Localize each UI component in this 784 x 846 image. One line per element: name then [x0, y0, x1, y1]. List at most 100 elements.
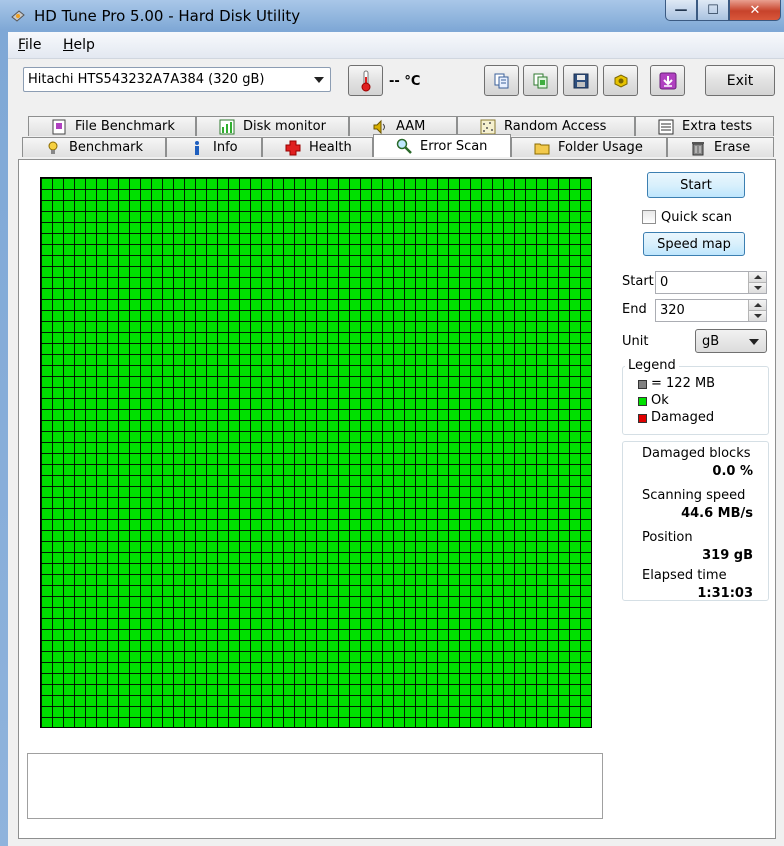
start-button[interactable]: Start [647, 172, 745, 198]
menu-file-rest: ile [25, 37, 42, 53]
drive-select[interactable]: Hitachi HTS543232A7A384 (320 gB) [23, 67, 331, 92]
start-spinbox[interactable]: 0 [655, 271, 767, 294]
tab-random-access[interactable]: Random Access [457, 116, 635, 136]
end-value: 320 [660, 303, 685, 318]
error-scan-panel: Start Quick scan Speed map Start 0 End 3… [18, 159, 776, 839]
close-button[interactable]: ✕ [729, 0, 781, 21]
log-box[interactable] [27, 753, 603, 819]
maximize-button[interactable]: ☐ [697, 0, 729, 21]
drive-select-value: Hitachi HTS543232A7A384 (320 gB) [28, 72, 265, 87]
scanning-speed-label: Scanning speed [642, 488, 746, 503]
tab-error-scan[interactable]: Error Scan [373, 134, 511, 157]
tab-label: AAM [396, 119, 426, 134]
damaged-blocks-label: Damaged blocks [642, 446, 751, 461]
download-icon [659, 72, 676, 89]
copy-info-icon [494, 73, 508, 88]
save-button[interactable] [563, 65, 598, 96]
unit-value: gB [702, 334, 720, 349]
trash-icon [692, 141, 704, 155]
spin-up-icon[interactable] [748, 300, 766, 311]
menu-bar: File Help [8, 32, 784, 59]
scanning-speed-value: 44.6 MB/s [681, 506, 753, 521]
health-cross-icon [285, 140, 301, 155]
tab-label: Benchmark [69, 140, 144, 155]
legend-damaged-label: Damaged [651, 410, 715, 425]
damaged-blocks-value: 0.0 % [712, 464, 753, 479]
tab-label: File Benchmark [75, 119, 175, 134]
extra-tests-icon [658, 119, 674, 134]
tab-erase[interactable]: Erase [667, 137, 774, 157]
quick-scan-label[interactable]: Quick scan [661, 210, 732, 225]
app-window: HD Tune Pro 5.00 - Hard Disk Utility — ☐… [0, 0, 784, 846]
tab-label: Random Access [504, 119, 607, 134]
spin-up-icon[interactable] [748, 272, 766, 283]
chevron-down-icon [314, 77, 324, 83]
info-icon [195, 140, 199, 155]
temperature-button[interactable] [348, 65, 383, 96]
legend-ok-swatch [638, 397, 647, 406]
legend-block-swatch [638, 380, 647, 389]
scan-block-map [40, 177, 592, 728]
end-spinbox[interactable]: 320 [655, 299, 767, 322]
tab-label: Disk monitor [243, 119, 326, 134]
options-button[interactable] [603, 65, 638, 96]
copy-info-button[interactable] [484, 65, 519, 96]
start-value: 0 [660, 275, 669, 290]
thermometer-icon [361, 70, 370, 91]
tab-label: Health [309, 140, 352, 155]
tab-label: Error Scan [420, 138, 488, 154]
tab-label: Extra tests [682, 119, 753, 134]
random-access-icon [480, 119, 496, 134]
tab-extra-tests[interactable]: Extra tests [635, 116, 774, 136]
start-field-label: Start [622, 274, 654, 289]
elapsed-time-label: Elapsed time [642, 568, 727, 583]
legend-block-size: = 122 MB [651, 376, 716, 391]
quick-scan-checkbox[interactable] [642, 210, 656, 224]
spin-down-icon[interactable] [748, 311, 766, 321]
tab-label: Info [213, 140, 238, 155]
tab-file-benchmark[interactable]: File Benchmark [28, 116, 196, 136]
tab-health[interactable]: Health [262, 137, 373, 157]
tab-benchmark[interactable]: Benchmark [22, 137, 166, 157]
menu-help-accel: H [63, 37, 74, 53]
client-area: File Help Hitachi HTS543232A7A384 (320 g… [8, 32, 784, 846]
menu-help-rest: elp [73, 37, 95, 53]
app-disk-icon [11, 10, 25, 22]
tab-info[interactable]: Info [166, 137, 262, 157]
position-label: Position [642, 530, 693, 545]
spin-down-icon[interactable] [748, 283, 766, 293]
legend-damaged-swatch [638, 414, 647, 423]
menu-file[interactable]: File [18, 37, 41, 53]
temperature-readout: -- °C [389, 74, 421, 89]
menu-file-accel: F [18, 37, 26, 53]
title-bar[interactable]: HD Tune Pro 5.00 - Hard Disk Utility — ☐… [0, 0, 784, 32]
tab-aam[interactable]: AAM [349, 116, 457, 136]
copy-screenshot-icon [533, 73, 547, 88]
elapsed-time-value: 1:31:03 [697, 586, 753, 601]
unit-select[interactable]: gB [695, 329, 767, 353]
file-benchmark-icon [52, 119, 66, 134]
speed-map-button[interactable]: Speed map [643, 232, 745, 256]
tab-label: Erase [714, 140, 751, 155]
chevron-down-icon [749, 339, 759, 345]
benchmark-icon [48, 141, 58, 154]
download-button[interactable] [650, 65, 685, 96]
copy-screenshot-button[interactable] [523, 65, 558, 96]
legend-title: Legend [625, 358, 679, 373]
unit-label: Unit [622, 334, 649, 349]
speaker-icon [373, 119, 385, 134]
tab-label: Folder Usage [558, 140, 643, 155]
end-field-label: End [622, 302, 647, 317]
disk-monitor-icon [219, 119, 235, 134]
save-icon [573, 73, 588, 88]
position-value: 319 gB [702, 548, 753, 563]
minimize-button[interactable]: — [665, 0, 697, 21]
tab-folder-usage[interactable]: Folder Usage [511, 137, 667, 157]
menu-help[interactable]: Help [63, 37, 95, 53]
folder-icon [534, 143, 550, 154]
tab-disk-monitor[interactable]: Disk monitor [196, 116, 349, 136]
magnifier-icon [396, 138, 412, 154]
window-title: HD Tune Pro 5.00 - Hard Disk Utility [34, 7, 301, 25]
legend-ok-label: Ok [651, 393, 669, 408]
exit-button[interactable]: Exit [705, 65, 775, 96]
